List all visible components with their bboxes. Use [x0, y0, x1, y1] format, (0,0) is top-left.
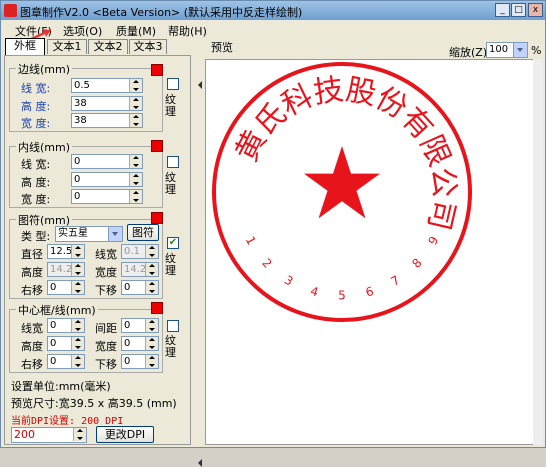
center-texture-checkbox[interactable] [167, 320, 179, 332]
symbol-right-input[interactable]: 0 [47, 280, 85, 295]
stamp-number: 8 [409, 256, 424, 271]
inner-height-label: 高 度: [21, 176, 51, 189]
symbol-linewidth-label: 线宽 [95, 248, 117, 261]
stamp-star [304, 146, 380, 219]
tab-text3[interactable]: 文本3 [129, 39, 167, 54]
center-height-input[interactable]: 0 [47, 336, 85, 351]
center-linewidth-input[interactable]: 0 [47, 318, 85, 333]
stamp-number: 6 [364, 284, 375, 300]
preview-size-text: 预览尺寸:宽39.5 x 高39.5 (mm) [11, 397, 177, 410]
inner-linewidth-label: 线 宽: [21, 158, 51, 171]
symbol-type-label: 类 型: [21, 230, 51, 243]
center-group-title: 中心框/线(mm) [16, 302, 98, 318]
symbol-height-label: 高度 [21, 266, 43, 279]
maximize-button[interactable]: □ [511, 3, 526, 17]
center-height-label: 高度 [21, 340, 43, 353]
border-linewidth-label: 线 宽: [21, 82, 51, 95]
center-linewidth-label: 线宽 [21, 322, 43, 335]
stamp-company-char: 技 [311, 72, 345, 111]
center-color-swatch[interactable] [151, 302, 163, 314]
center-down-label: 下移 [95, 358, 117, 371]
border-width-label: 宽 度: [21, 117, 51, 130]
border-texture-label: 纹理 [165, 93, 176, 118]
border-width-input[interactable]: 38 [71, 113, 143, 128]
symbol-width-input[interactable]: 14.2 [121, 262, 159, 277]
stamp-canvas: 黄氏科技股份有限公司123456789 [205, 59, 539, 445]
center-down-input[interactable]: 0 [121, 354, 159, 369]
symbol-type-select[interactable]: 实五星 [55, 226, 123, 242]
tab-text1[interactable]: 文本1 [47, 39, 87, 54]
stamp-number: 5 [338, 289, 346, 303]
symbol-color-swatch[interactable] [151, 212, 163, 224]
zoom-unit: % [531, 44, 542, 57]
symbol-down-input[interactable]: 0 [121, 280, 159, 295]
inner-texture-label: 纹理 [165, 171, 176, 196]
stamp-number: 7 [388, 273, 402, 289]
close-button[interactable]: x [528, 3, 543, 17]
border-height-input[interactable]: 38 [71, 96, 143, 111]
border-color-swatch[interactable] [151, 64, 163, 76]
menu-help[interactable]: 帮助(H) [168, 23, 207, 39]
symbol-width-label: 宽度 [95, 266, 117, 279]
app-icon [4, 4, 17, 17]
stamp-number: 4 [309, 284, 320, 300]
inner-color-swatch[interactable] [151, 140, 163, 152]
zoom-label: 缩放(Z) [449, 46, 488, 59]
preview-label: 预览 [211, 41, 233, 54]
stamp-company-char: 司 [420, 196, 461, 233]
zoom-select[interactable]: 100 [486, 42, 528, 58]
change-dpi-button[interactable]: 更改DPI [96, 426, 154, 443]
center-right-input[interactable]: 0 [47, 354, 85, 369]
collapse-arrow-icon[interactable] [194, 81, 202, 89]
center-width-label: 宽度 [95, 340, 117, 353]
menu-bar: 文件(F) 选项(O) 质量(M) 帮助(H) [1, 20, 545, 38]
stamp-number: 3 [282, 273, 296, 289]
border-texture-checkbox[interactable] [167, 78, 179, 90]
window-title: 图章制作V2.0 <Beta Version> (默认采用中反走样绘制) [20, 6, 303, 19]
minimize-button[interactable]: _ [495, 3, 510, 17]
panel-splitter[interactable] [193, 39, 202, 467]
title-bar: 图章制作V2.0 <Beta Version> (默认采用中反走样绘制) _ □… [1, 1, 545, 20]
center-width-input[interactable]: 0 [121, 336, 159, 351]
unit-info-text: 设置单位:mm(毫米) [11, 380, 111, 393]
dpi-input[interactable]: 200 [11, 427, 87, 443]
center-spacing-label: 间距 [95, 322, 117, 335]
settings-panel: 边线(mm) 线 宽: 高 度: 宽 度: 0.5 38 38 纹理 内线(mm… [4, 55, 191, 445]
app-window: 图章制作V2.0 <Beta Version> (默认采用中反走样绘制) _ □… [0, 0, 546, 467]
symbol-texture-checkbox[interactable]: ✔ [167, 237, 179, 249]
stamp-number: 1 [243, 234, 259, 247]
stamp-number: 2 [259, 256, 274, 271]
center-spacing-input[interactable]: 0 [121, 318, 159, 333]
symbol-right-label: 右移 [21, 284, 43, 297]
symbol-height-input[interactable]: 14.2 [47, 262, 85, 277]
menu-options[interactable]: 选项(O) [63, 23, 102, 39]
collapse-arrow-bottom-icon[interactable] [194, 459, 202, 467]
inner-texture-checkbox[interactable] [167, 156, 179, 168]
inner-height-input[interactable]: 0 [71, 172, 143, 187]
center-texture-label: 纹理 [165, 334, 176, 359]
inner-group-title: 内线(mm) [16, 139, 73, 155]
tab-outer-frame[interactable]: 外框 [5, 38, 45, 55]
inner-linewidth-input[interactable]: 0 [71, 154, 143, 169]
center-right-label: 右移 [21, 358, 43, 371]
border-height-label: 高 度: [21, 100, 51, 113]
symbol-select-button[interactable]: 图符 [127, 224, 159, 241]
symbol-texture-label: 纹理 [165, 252, 176, 277]
symbol-diameter-input[interactable]: 12.5 [47, 244, 85, 259]
menu-quality[interactable]: 质量(M) [116, 23, 156, 39]
symbol-diameter-label: 直径 [21, 248, 43, 261]
inner-width-label: 宽 度: [21, 193, 51, 206]
border-group-title: 边线(mm) [16, 61, 73, 77]
stamp-preview: 黄氏科技股份有限公司1234 5 6789 [212, 62, 472, 322]
dpi-info-text: 当前DPI设置: 200 DPI [11, 416, 124, 427]
stamp-number: 9 [425, 234, 441, 247]
border-linewidth-input[interactable]: 0.5 [71, 78, 143, 93]
inner-width-input[interactable]: 0 [71, 189, 143, 204]
symbol-linewidth-input[interactable]: 0.1 [121, 244, 159, 259]
stamp-company-char: 公 [424, 166, 462, 199]
symbol-down-label: 下移 [95, 284, 117, 297]
tab-text2[interactable]: 文本2 [88, 39, 128, 54]
preview-vertical-scrollbar[interactable] [533, 59, 543, 445]
